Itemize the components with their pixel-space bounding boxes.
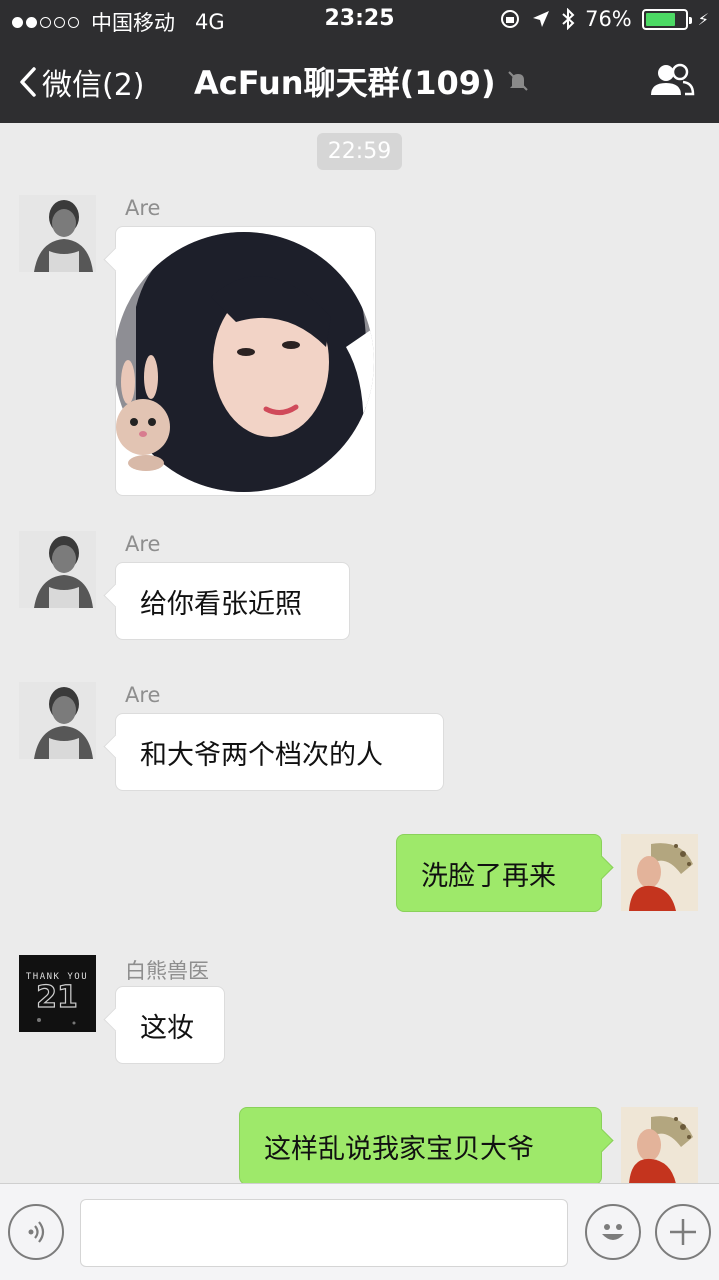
avatar-self[interactable]: [621, 834, 698, 911]
chat-area[interactable]: 22:59 Are Are 给你看张近照 Are 和大爷两个档次的人 洗脸了再来…: [0, 123, 719, 1183]
avatar-self[interactable]: [621, 1107, 698, 1183]
emoji-icon: [602, 1224, 624, 1240]
charging-icon: ⚡: [697, 9, 709, 29]
message-bubble-outgoing[interactable]: 这样乱说我家宝贝大爷: [239, 1107, 602, 1183]
more-button[interactable]: [655, 1204, 711, 1260]
voice-button[interactable]: [8, 1204, 64, 1260]
avatar-are[interactable]: [19, 195, 96, 272]
status-right: 76% ⚡: [499, 7, 709, 31]
message-bubble[interactable]: 这妆: [115, 986, 225, 1064]
message-input[interactable]: [80, 1199, 568, 1267]
sender-name: 白熊兽医: [125, 959, 209, 983]
group-members-button[interactable]: [649, 62, 695, 102]
location-arrow-icon: [533, 11, 550, 27]
message-bubble-outgoing[interactable]: 洗脸了再来: [396, 834, 602, 912]
orientation-lock-icon: [501, 10, 520, 28]
input-bar: [0, 1183, 719, 1280]
avatar-are[interactable]: [19, 682, 96, 759]
bluetooth-icon: [562, 8, 575, 30]
battery-fill: [645, 12, 675, 26]
status-bar: 中国移动 4G 23:25 76% ⚡: [0, 0, 719, 40]
battery-icon: [641, 8, 692, 30]
chat-title: AcFun聊天群(109): [194, 58, 530, 104]
message-bubble[interactable]: 和大爷两个档次的人: [115, 713, 444, 791]
plus-icon: [670, 1219, 696, 1245]
avatar-are[interactable]: [19, 531, 96, 608]
avatar-badge-number: 21: [36, 980, 78, 1015]
voice-icon: [28, 1221, 45, 1243]
group-members-icon: [651, 63, 695, 96]
back-label: 微信(2): [42, 68, 145, 103]
nav-bar: 微信(2) AcFun聊天群(109): [0, 42, 719, 122]
timestamp-badge: 22:59: [317, 133, 402, 170]
mute-bell-icon: [507, 71, 528, 91]
chat-title-text: AcFun聊天群(109): [194, 64, 496, 102]
avatar-baixiong[interactable]: THANK YOU 21: [19, 955, 96, 1032]
sender-name: Are: [125, 683, 161, 707]
sender-name: Are: [125, 196, 161, 220]
image-message[interactable]: [115, 226, 376, 496]
back-button[interactable]: 微信(2): [18, 60, 145, 104]
chevron-left-icon: [20, 67, 36, 97]
emoji-button[interactable]: [585, 1204, 641, 1260]
battery-percent: 76%: [585, 7, 632, 31]
top-bar: 中国移动 4G 23:25 76% ⚡ 微信(2) AcFun聊天群(109): [0, 0, 719, 123]
sender-name: Are: [125, 532, 161, 556]
message-bubble[interactable]: 给你看张近照: [115, 562, 350, 640]
